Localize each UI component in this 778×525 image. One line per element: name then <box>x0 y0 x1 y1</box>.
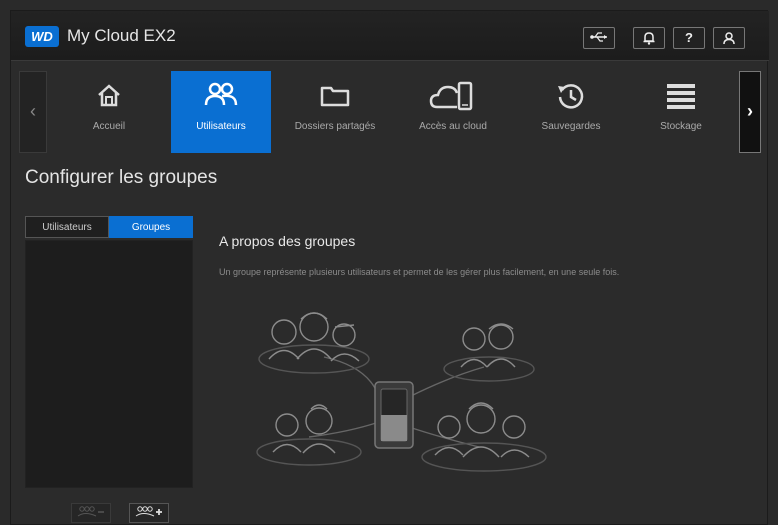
bell-icon <box>643 32 655 45</box>
notifications-button[interactable] <box>633 27 665 49</box>
remove-group-button[interactable] <box>71 503 111 523</box>
usb-button[interactable] <box>583 27 615 49</box>
nav-prev-button[interactable]: ‹ <box>19 71 47 153</box>
page-title: Configurer les groupes <box>25 167 218 188</box>
wd-logo: WD <box>25 26 59 47</box>
home-icon <box>59 71 159 121</box>
nav-item-dossiers-partages[interactable]: Dossiers partagés <box>285 71 385 153</box>
nav-label: Utilisateurs <box>196 121 246 132</box>
tab-utilisateurs[interactable]: Utilisateurs <box>25 216 109 238</box>
tab-groupes[interactable]: Groupes <box>109 216 193 238</box>
nav-label: Dossiers partagés <box>294 121 376 132</box>
nav-label: Accueil <box>92 121 126 132</box>
nav-item-utilisateurs[interactable]: Utilisateurs <box>171 71 271 153</box>
nav-label: Stockage <box>660 121 702 132</box>
group-list[interactable] <box>25 240 193 488</box>
users-icon <box>171 71 271 121</box>
usb-icon <box>590 32 607 42</box>
account-button[interactable] <box>713 27 745 49</box>
history-icon <box>521 71 621 121</box>
add-group-button[interactable] <box>129 503 169 523</box>
nav-item-stockage[interactable]: Stockage <box>631 71 731 153</box>
about-groups-title: A propos des groupes <box>219 233 356 249</box>
remove-group-icon <box>77 506 104 517</box>
nav-item-accueil[interactable]: Accueil <box>59 71 159 153</box>
cloud-devices-icon <box>403 71 503 121</box>
add-group-icon <box>135 506 162 517</box>
folder-icon <box>285 71 385 121</box>
about-groups-description: Un groupe représente plusieurs utilisate… <box>219 267 620 277</box>
nav-next-button[interactable]: › <box>739 71 761 153</box>
groups-illustration <box>256 312 547 472</box>
group-tabs: Utilisateurs Groupes <box>25 216 193 238</box>
nav-item-acces-au-cloud[interactable]: Accès au cloud <box>403 71 503 153</box>
help-button[interactable]: ? <box>673 27 705 49</box>
nav-item-sauvegardes[interactable]: Sauvegardes <box>521 71 621 153</box>
nav-label: Accès au cloud <box>419 121 487 132</box>
storage-icon <box>631 71 731 121</box>
app-window: WD My Cloud EX2 ? ‹ Accueil Utilisateurs… <box>10 10 769 525</box>
main-nav: ‹ Accueil Utilisateurs Dossiers partagés… <box>19 71 761 153</box>
user-icon <box>723 32 735 45</box>
header-bar: WD My Cloud EX2 ? <box>11 11 769 61</box>
product-name: My Cloud EX2 <box>67 26 176 45</box>
nav-label: Sauvegardes <box>541 121 601 132</box>
